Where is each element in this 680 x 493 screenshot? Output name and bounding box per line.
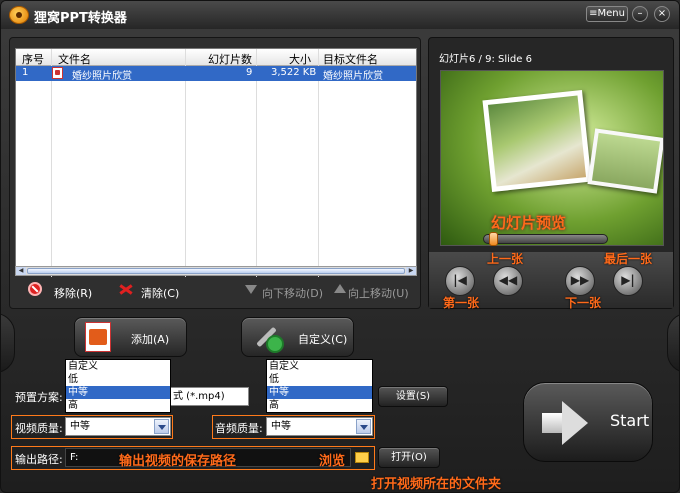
video-quality-select[interactable]: 中等	[65, 417, 171, 436]
column-header-size[interactable]: 大小	[289, 51, 311, 67]
column-header-slides[interactable]: 幻灯片数	[208, 51, 252, 67]
cell-name: 婚纱照片欣赏	[72, 71, 132, 82]
menu-button[interactable]: ≡Menu	[586, 6, 628, 22]
clear-icon[interactable]	[119, 283, 133, 295]
chevron-down-icon[interactable]	[154, 419, 169, 434]
remove-button[interactable]: 移除(R)	[54, 285, 92, 301]
column-header-target[interactable]: 目标文件名	[323, 51, 378, 67]
output-path-hint: 输出视频的保存路径	[119, 454, 237, 469]
table-header: 序号 文件名 幻灯片数 大小 目标文件名	[16, 49, 416, 66]
open-folder-button[interactable]: 打开(O)	[378, 447, 440, 468]
horizontal-scrollbar[interactable]: ◀ ▶	[15, 266, 417, 276]
video-quality-value: 中等	[70, 421, 90, 432]
add-button-label: 添加(A)	[131, 333, 170, 346]
scrollbar-thumb[interactable]	[27, 268, 405, 274]
add-button[interactable]: 添加(A)	[74, 317, 187, 357]
column-divider	[256, 49, 257, 277]
move-down-icon[interactable]	[245, 285, 257, 294]
preview-panel: 幻灯片6 / 9: Slide 6 幻灯片预览 |◀ ◀◀ ▶▶ ▶| 上一张 …	[428, 37, 674, 310]
start-button[interactable]: Start	[523, 382, 653, 462]
scroll-left-icon[interactable]: ◀	[16, 267, 26, 275]
folder-icon[interactable]	[355, 452, 369, 463]
open-folder-hint: 打开视频所在的文件夹	[371, 477, 502, 492]
add-ppt-icon	[85, 322, 111, 352]
next-slide-button[interactable]: ▶▶	[565, 266, 595, 296]
column-divider	[185, 49, 186, 277]
slide-counter: 幻灯片6 / 9: Slide 6	[439, 54, 532, 65]
clear-button[interactable]: 清除(C)	[141, 285, 179, 301]
column-divider	[51, 49, 52, 277]
list-item[interactable]: 低	[66, 373, 170, 386]
first-slide-button[interactable]: |◀	[445, 266, 475, 296]
last-slide-hint: 最后一张	[604, 252, 653, 266]
custom-button[interactable]: 自定义(C)	[241, 317, 354, 357]
move-up-button[interactable]: 向上移动(U)	[348, 285, 409, 301]
cell-slides: 9	[246, 67, 253, 78]
file-list-panel: 序号 文件名 幻灯片数 大小 目标文件名 1 婚纱照片欣赏 9 3,522 KB…	[9, 37, 421, 309]
move-up-icon[interactable]	[334, 284, 346, 293]
output-path-label: 输出路径:	[15, 453, 63, 466]
first-slide-hint: 第一张	[443, 296, 480, 310]
move-down-button[interactable]: 向下移动(D)	[262, 285, 323, 301]
preview-overlay-label: 幻灯片预览	[491, 214, 567, 232]
prev-slide-button[interactable]: ◀◀	[493, 266, 523, 296]
fast-forward-icon: ▶▶	[570, 273, 590, 287]
app-window: 狸窝PPT转换器 ≡Menu – × 序号 文件名 幻灯片数 大小 目标文件名 …	[0, 0, 680, 493]
custom-button-label: 自定义(C)	[298, 333, 348, 346]
preset-value: 式 (*.mp4)	[173, 391, 225, 402]
start-label: Start	[610, 411, 650, 430]
skip-first-icon: |◀	[453, 273, 467, 287]
list-item[interactable]: 中等	[267, 386, 372, 399]
prev-slide-hint: 上一张	[487, 252, 524, 266]
list-item[interactable]: 高	[66, 399, 170, 412]
minimize-button[interactable]: –	[632, 6, 648, 22]
skip-last-icon: ▶|	[621, 273, 635, 287]
last-slide-button[interactable]: ▶|	[613, 266, 643, 296]
audio-quality-label: 音频质量:	[215, 422, 263, 435]
right-side-tab[interactable]	[667, 313, 679, 373]
list-item[interactable]: 高	[267, 399, 372, 412]
list-item[interactable]: 自定义	[267, 360, 372, 373]
cell-size: 3,522 KB	[271, 67, 317, 78]
slider-knob[interactable]	[488, 232, 498, 246]
output-path-value: F:	[70, 452, 79, 463]
title-bar: 狸窝PPT转换器 ≡Menu – ×	[1, 1, 679, 29]
remove-icon[interactable]	[28, 282, 42, 296]
app-logo-icon	[9, 6, 29, 24]
video-quality-label: 视频质量:	[15, 422, 63, 435]
list-item[interactable]: 低	[267, 373, 372, 386]
wedding-photo-small	[587, 128, 663, 194]
tools-icon	[254, 323, 284, 353]
rewind-icon: ◀◀	[498, 273, 518, 287]
left-side-tab[interactable]	[1, 313, 15, 373]
table-row[interactable]: 1 婚纱照片欣赏 9 3,522 KB 婚纱照片欣赏	[16, 66, 416, 82]
list-item[interactable]: 中等	[66, 386, 170, 399]
audio-quality-value: 中等	[271, 421, 291, 432]
arrow-right-icon	[538, 397, 590, 449]
video-quality-dropdown-list[interactable]: 自定义 低 中等 高	[65, 359, 171, 413]
chevron-down-icon[interactable]	[356, 419, 371, 434]
preset-settings-button[interactable]: 设置(S)	[378, 386, 448, 407]
list-item[interactable]: 自定义	[66, 360, 170, 373]
next-slide-hint: 下一张	[565, 296, 602, 310]
app-title: 狸窝PPT转换器	[34, 11, 127, 26]
preview-progress-slider[interactable]	[483, 234, 608, 244]
browse-hint: 浏览	[319, 454, 346, 469]
audio-quality-select[interactable]: 中等	[266, 417, 373, 436]
column-header-index[interactable]: 序号	[22, 51, 44, 67]
close-button[interactable]: ×	[654, 6, 670, 22]
cell-index: 1	[22, 67, 29, 78]
ppt-file-icon	[52, 67, 63, 79]
cell-target: 婚纱照片欣赏	[323, 71, 383, 82]
audio-quality-dropdown-list[interactable]: 自定义 低 中等 高	[266, 359, 373, 413]
column-divider	[318, 49, 319, 277]
scroll-right-icon[interactable]: ▶	[406, 267, 416, 275]
column-header-name[interactable]: 文件名	[58, 51, 91, 67]
preset-label: 预置方案:	[15, 391, 63, 404]
wedding-photo	[482, 90, 592, 192]
file-table[interactable]: 序号 文件名 幻灯片数 大小 目标文件名 1 婚纱照片欣赏 9 3,522 KB…	[15, 48, 417, 277]
